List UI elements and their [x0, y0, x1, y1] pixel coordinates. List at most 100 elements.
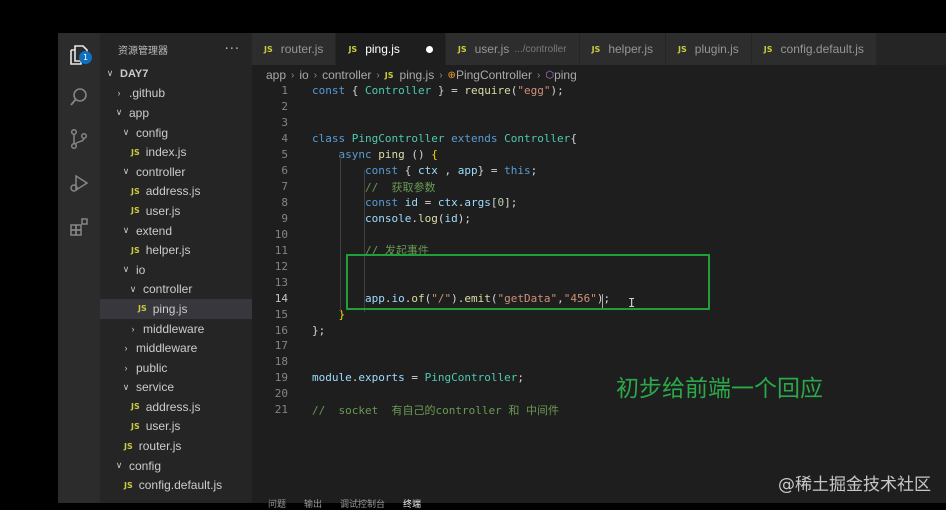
code-token: extends [444, 132, 505, 146]
explorer-sidebar: 资源管理器 ··· ∨ DAY7 › .github ∨ app ∨ config JS inde… [100, 33, 252, 503]
tree-folder-item[interactable]: ∨ controller [100, 280, 252, 300]
tree-folder-item[interactable]: ∨ config [100, 456, 252, 476]
tree-item-label: helper.js [145, 243, 191, 258]
code-line[interactable]: 4 class PingController extends Controller… [252, 131, 946, 147]
tree-file-item[interactable]: JS config.default.js [100, 475, 252, 495]
code-line[interactable]: 10 [252, 226, 946, 242]
source-control-icon[interactable] [65, 125, 93, 153]
tree-file-item[interactable]: JS user.js [100, 201, 252, 221]
tree-file-item[interactable]: JS helper.js [100, 240, 252, 260]
js-file-icon: JS [124, 441, 133, 451]
panel-tab[interactable]: 输出 [304, 497, 322, 510]
code-line[interactable]: 5 async ping () { [252, 147, 946, 163]
chevron-down-icon: ∨ [122, 225, 130, 236]
breadcrumb-item[interactable]: controller [322, 68, 371, 82]
tree-folder-item[interactable]: ∨ config [100, 123, 252, 143]
tree-file-item[interactable]: JS address.js [100, 182, 252, 202]
code-line[interactable]: 7 // 获取参数 [252, 179, 946, 195]
tree-folder-item[interactable]: ∨ app [100, 103, 252, 123]
editor-tab[interactable]: JS config.default.js [751, 33, 877, 65]
extensions-icon[interactable] [65, 213, 93, 241]
tree-folder-item[interactable]: ∨ DAY7 [100, 64, 252, 84]
tree-folder-item[interactable]: ∨ io [100, 260, 252, 280]
run-debug-icon[interactable] [65, 169, 93, 197]
code-token: { [570, 132, 577, 146]
js-file-icon: JS [138, 304, 147, 314]
code-line[interactable]: 3 [252, 115, 946, 131]
activity-bar: 1 [58, 33, 100, 503]
chevron-down-icon: ∨ [129, 283, 137, 294]
tree-file-item[interactable]: JS index.js [100, 142, 252, 162]
code-line[interactable]: 17 [252, 338, 946, 354]
unsaved-dot-icon[interactable] [425, 45, 433, 53]
line-number: 3 [281, 116, 288, 130]
tree-folder-item[interactable]: › middleware [100, 319, 252, 339]
annotation-text: 初步给前端一个回应 [616, 376, 823, 402]
search-icon[interactable] [65, 83, 93, 111]
breadcrumb-item[interactable]: ping [554, 68, 577, 82]
code-token: ctx [417, 164, 438, 178]
code-token: async [338, 148, 379, 162]
code-token: { [431, 148, 438, 162]
panel-tab[interactable]: 问题 [268, 497, 286, 510]
js-file-icon: JS [124, 480, 133, 490]
tree-folder-item[interactable]: ∨ extend [100, 221, 252, 241]
code-line[interactable]: 8 const id = ctx.args[0]; [252, 195, 946, 211]
tree-folder-item[interactable]: › middleware [100, 338, 252, 358]
code-editor[interactable]: app › io › controller › JS ping.js › ⊕ PingContro… [252, 65, 946, 510]
code-line[interactable]: 20 [252, 386, 946, 402]
panel-tab[interactable]: 终端 [403, 497, 421, 510]
line-number: 12 [274, 259, 288, 273]
editor-tab[interactable]: JS ping.js [336, 33, 446, 65]
tree-folder-item[interactable]: ∨ service [100, 378, 252, 398]
tree-item-label: service [136, 380, 175, 395]
tree-folder-item[interactable]: › .github [100, 84, 252, 104]
tree-folder-item[interactable]: › public [100, 358, 252, 378]
line-number: 7 [281, 180, 288, 194]
more-actions-icon[interactable]: ··· [225, 42, 240, 57]
code-line[interactable]: 18 [252, 354, 946, 370]
code-token: "egg" [517, 84, 551, 98]
breadcrumb-item[interactable]: ping.js [400, 68, 435, 82]
breadcrumb-item[interactable]: PingController [456, 68, 532, 82]
code-line[interactable]: 16}; [252, 322, 946, 338]
code-line[interactable]: 9 console.log(id); [252, 211, 946, 227]
js-file-icon: JS [131, 245, 140, 255]
breadcrumb-item[interactable]: io [299, 68, 308, 82]
tree-file-item[interactable]: JS router.js [100, 436, 252, 456]
breadcrumb-item[interactable]: app [266, 68, 286, 82]
editor-tab[interactable]: JS user.js .../controller [445, 33, 580, 65]
code-token: , [437, 164, 458, 178]
code-line[interactable]: 1 const { Controller } = require("egg"); [252, 83, 946, 99]
panel-tab[interactable]: 调试控制台 [340, 497, 385, 510]
chevron-right-icon: › [313, 69, 318, 81]
tree-item-label: user.js [145, 203, 181, 218]
tree-folder-item[interactable]: ∨ controller [100, 162, 252, 182]
editor-tab[interactable]: JS plugin.js [666, 33, 752, 65]
line-number: 6 [281, 164, 288, 178]
code-lines[interactable]: 1 const { Controller } = require("egg"); 2… [252, 83, 946, 418]
code-line[interactable]: 21 // socket 有自己的controller 和 中间件 [252, 402, 946, 418]
editor-tab[interactable]: JS router.js [252, 33, 337, 65]
tree-item-label: config [136, 125, 169, 140]
js-file-icon: JS [384, 70, 394, 80]
code-token: log [417, 211, 438, 225]
code-line[interactable]: 19 module.exports = PingController; [252, 370, 946, 386]
line-text: }; [312, 324, 325, 337]
js-file-icon: JS [131, 186, 140, 196]
editor-tab[interactable]: JS helper.js [579, 33, 667, 65]
tree-item-label: config.default.js [138, 478, 223, 493]
tree-file-item[interactable]: JS ping.js [100, 299, 252, 319]
tree-file-item[interactable]: JS address.js [100, 397, 252, 417]
breadcrumb: app › io › controller › JS ping.js › ⊕ PingContro… [266, 65, 577, 85]
code-line[interactable]: 2 [252, 99, 946, 115]
line-number: 13 [274, 275, 288, 289]
code-line[interactable]: 6 const { ctx , app} = this; [252, 163, 946, 179]
chevron-right-icon: › [291, 69, 295, 81]
chevron-right-icon: › [124, 362, 128, 373]
tab-label: router.js [280, 42, 324, 56]
tree-file-item[interactable]: JS user.js [100, 417, 252, 437]
tree-item-label: index.js [145, 145, 187, 160]
